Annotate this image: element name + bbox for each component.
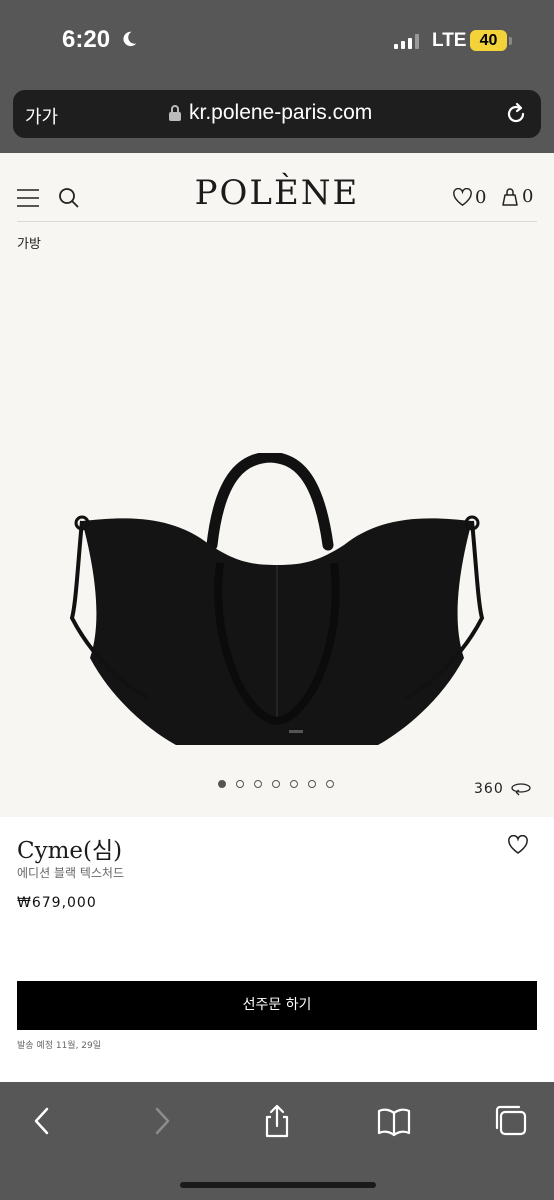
view-360-label: 360 [474,781,504,797]
gallery-dot[interactable] [290,780,298,788]
browser-toolbar [0,1082,554,1200]
gallery-dot[interactable] [326,780,334,788]
reload-icon[interactable] [503,101,529,127]
gallery-dot[interactable] [308,780,316,788]
cellular-signal-icon [394,33,419,49]
moon-icon [123,31,137,47]
site-header: POLÈNE 0 0 [0,153,554,221]
share-icon[interactable] [260,1104,294,1138]
gallery-dot[interactable] [236,780,244,788]
product-variant: 에디션 블랙 텍스처드 [17,866,124,880]
forward-icon[interactable] [144,1104,178,1138]
gallery-dot[interactable] [254,780,262,788]
wishlist-button[interactable]: 0 [452,187,486,208]
breadcrumb[interactable]: 가방 [17,233,41,252]
gallery-dot[interactable] [272,780,280,788]
product-name: Cyme(심) [17,838,123,864]
url-text[interactable]: kr.polene-paris.com [189,101,372,125]
wishlist-count: 0 [475,187,487,208]
text-size-button[interactable]: 가가 [25,103,58,129]
status-bar: 6:20 LTE 40 [0,0,554,82]
address-bar[interactable]: 가가 kr.polene-paris.com [13,90,541,138]
product-info: Cyme(심) 에디션 블랙 텍스처드 ₩679,000 선주문 하기 발송 예… [0,817,554,1082]
bookmarks-icon[interactable] [377,1104,411,1138]
battery-tip [509,37,512,45]
lock-icon [169,105,181,121]
cart-button[interactable]: 0 [500,186,533,207]
shipping-estimate: 발송 예정 11월, 29일 [17,1041,102,1051]
battery-icon: 40 [470,30,507,51]
heart-icon [453,188,472,206]
shopping-bag-icon [502,187,518,206]
product-image[interactable] [60,453,494,753]
home-indicator [180,1182,376,1188]
status-time: 6:20 [62,26,111,53]
preorder-button[interactable]: 선주문 하기 [17,981,537,1030]
favorite-heart-icon[interactable] [507,835,529,855]
tabs-icon[interactable] [494,1104,528,1138]
back-icon[interactable] [26,1104,60,1138]
header-divider [17,221,537,222]
gallery-pagination [218,780,334,788]
network-type: LTE [432,30,467,51]
view-360-button[interactable]: 360 [474,781,532,797]
cart-count: 0 [522,186,534,207]
gallery-dot[interactable] [218,780,226,788]
product-price: ₩679,000 [17,895,97,911]
rotate-360-icon [511,783,531,796]
